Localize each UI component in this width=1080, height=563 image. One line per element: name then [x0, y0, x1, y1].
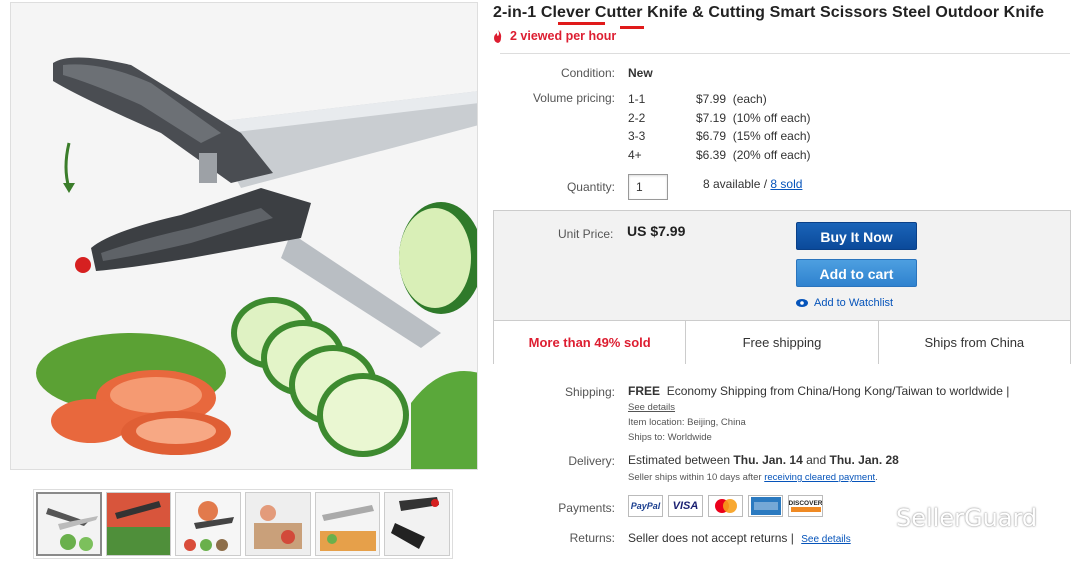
- volume-price-row: 1-1 $7.99 (each): [628, 92, 767, 106]
- thumbnail-4[interactable]: [245, 492, 311, 556]
- thumbnail-2[interactable]: [105, 492, 172, 556]
- volume-price-row: 4+ $6.39 (20% off each): [628, 148, 811, 162]
- volume-qty: 4+: [628, 148, 642, 162]
- free-shipping-badge: Free shipping: [686, 321, 879, 364]
- returns-text: Seller does not accept returns | See det…: [628, 531, 851, 545]
- thumbnail-3[interactable]: [175, 492, 242, 556]
- add-to-cart-button[interactable]: Add to cart: [796, 259, 917, 287]
- ships-to: Ships to: Worldwide: [628, 432, 712, 443]
- item-location: Item location: Beijing, China: [628, 417, 746, 428]
- volume-price: $7.99: [696, 92, 727, 106]
- delivery-and: and: [806, 453, 827, 467]
- volume-price-row: 2-2 $7.19 (10% off each): [628, 111, 811, 125]
- volume-price: $6.39: [696, 148, 727, 162]
- delivery-note: Seller ships within 10 days after receiv…: [628, 472, 878, 483]
- thumbnail-1[interactable]: [36, 492, 102, 556]
- volume-note: (10% off each): [732, 111, 811, 125]
- condition-value: New: [628, 66, 653, 80]
- shipping-line: FREE Economy Shipping from China/Hong Ko…: [628, 384, 1009, 398]
- buy-box: Unit Price: US $7.99 Buy It Now Add to c…: [493, 210, 1071, 364]
- ships-from-badge: Ships from China: [924, 335, 1025, 350]
- viewed-indicator: 2 viewed per hour: [493, 29, 616, 43]
- volume-qty: 3-3: [628, 129, 646, 143]
- title-highlight-underline: [620, 26, 644, 29]
- amex-icon: [748, 495, 783, 517]
- title-highlight-underline: [558, 22, 605, 25]
- volume-price: $7.19: [696, 111, 727, 125]
- paypal-icon: PayPal: [628, 495, 663, 517]
- wechat-icon: [855, 506, 889, 530]
- volume-pricing-label: Volume pricing:: [532, 91, 615, 105]
- available-count: 8 available /: [703, 177, 768, 191]
- availability: 8 available / 8 sold: [703, 177, 802, 191]
- unit-price: US $7.99: [627, 223, 686, 239]
- delivery-estimate: Estimated between Thu. Jan. 14 and Thu. …: [628, 453, 899, 467]
- watermark: SellerGuard: [854, 504, 1037, 532]
- shipping-free: FREE: [628, 384, 661, 398]
- condition-label: Condition:: [560, 66, 615, 80]
- divider: [500, 53, 1070, 54]
- volume-price-row: 3-3 $6.79 (15% off each): [628, 129, 811, 143]
- thumbnail-strip: [33, 489, 453, 559]
- returns-see-details-link[interactable]: See details: [801, 534, 850, 545]
- delivery-note-text: Seller ships within 10 days after: [628, 472, 762, 483]
- thumbnail-5[interactable]: [314, 492, 381, 556]
- sold-link[interactable]: 8 sold: [770, 177, 802, 191]
- payment-methods: PayPal VISA DISCOVER: [628, 495, 823, 517]
- add-to-watchlist-link[interactable]: Add to Watchlist: [796, 297, 893, 309]
- sold-percent-badge: More than 49% sold: [494, 321, 687, 364]
- volume-note: (each): [732, 92, 767, 106]
- eye-icon: [796, 299, 808, 307]
- watchlist-label: Add to Watchlist: [814, 297, 894, 309]
- volume-note: (20% off each): [732, 148, 811, 162]
- fire-icon: [494, 29, 502, 43]
- delivery-prefix: Estimated between: [628, 453, 731, 467]
- payments-label: Payments:: [558, 501, 615, 515]
- cleared-payment-link[interactable]: receiving cleared payment: [764, 472, 875, 483]
- shipping-label: Shipping:: [564, 385, 615, 399]
- returns-policy: Seller does not accept returns |: [628, 531, 794, 545]
- volume-price: $6.79: [696, 129, 727, 143]
- quantity-label: Quantity:: [566, 180, 615, 194]
- mastercard-icon: [708, 495, 743, 517]
- visa-icon: VISA: [668, 495, 703, 517]
- thumbnail-6[interactable]: [384, 492, 451, 556]
- shipping-see-details-link[interactable]: See details: [628, 402, 675, 413]
- delivery-date-start: Thu. Jan. 14: [733, 453, 803, 467]
- volume-qty: 1-1: [628, 92, 646, 106]
- product-title: 2-in-1 Clever Cutter Knife & Cutting Sma…: [493, 4, 1045, 21]
- product-main-image[interactable]: [10, 2, 478, 470]
- discover-icon: DISCOVER: [788, 495, 823, 517]
- buy-it-now-button[interactable]: Buy It Now: [796, 222, 917, 250]
- discover-label: DISCOVER: [788, 500, 823, 507]
- volume-note: (15% off each): [732, 129, 811, 143]
- watermark-text: SellerGuard: [896, 504, 1038, 532]
- highlights-strip: More than 49% sold Free shipping Ships f…: [494, 320, 1070, 364]
- volume-qty: 2-2: [628, 111, 646, 125]
- quantity-input[interactable]: [628, 174, 668, 200]
- viewed-text: 2 viewed per hour: [510, 29, 617, 43]
- delivery-date-end: Thu. Jan. 28: [829, 453, 899, 467]
- unit-price-label: Unit Price:: [558, 227, 614, 241]
- shipping-text: Economy Shipping from China/Hong Kong/Ta…: [666, 384, 1010, 398]
- delivery-note-end: .: [875, 472, 878, 483]
- delivery-label: Delivery:: [568, 454, 615, 468]
- returns-label: Returns:: [569, 531, 615, 545]
